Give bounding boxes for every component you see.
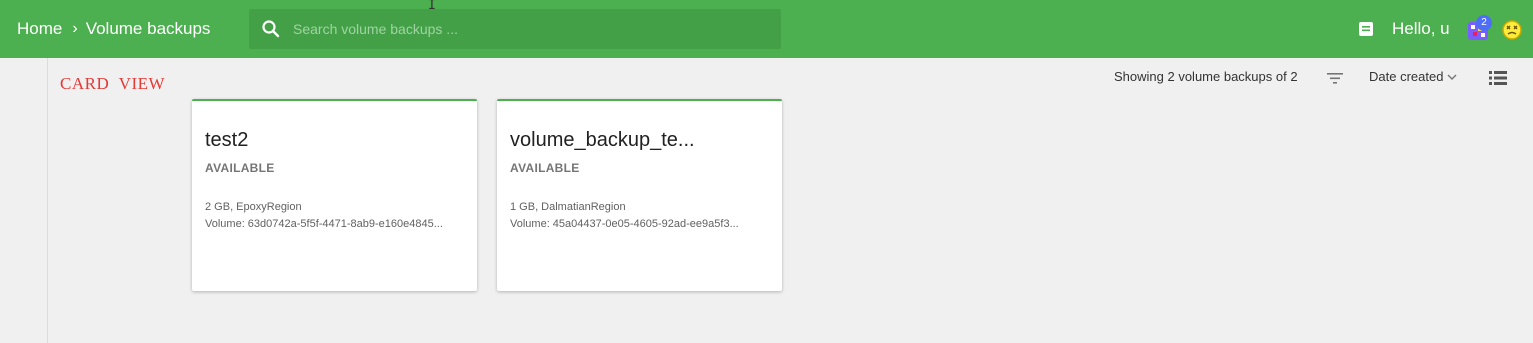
breadcrumb-current: Volume backups [85,19,211,38]
volume-id: Volume: 63d0742a-5f5f-4471-8ab9-e160e484… [205,218,443,230]
face-icon[interactable] [1500,18,1524,42]
results-count: Showing 2 volume backups of 2 [1114,69,1298,84]
search-bar [249,9,781,49]
list-view-icon[interactable] [1489,70,1507,86]
chevron-down-icon [1447,74,1457,80]
card-details: 2 GB, EpoxyRegion Volume: 63d0742a-5f5f-… [205,199,470,233]
status-badge: AVAILABLE [205,161,275,175]
card-view-annotation: CARD VIEW [60,74,166,93]
backup-card[interactable]: test2 AVAILABLE 2 GB, EpoxyRegion Volume… [192,99,477,291]
notes-icon[interactable] [1358,21,1374,37]
top-bar: Home › Volume backups I Hello, u 2 [0,0,1533,58]
user-greeting[interactable]: Hello, u [1392,19,1450,39]
backup-card[interactable]: volume_backup_te... AVAILABLE 1 GB, Dalm… [497,99,782,291]
text-cursor-icon: I [428,0,436,13]
notification-badge: 2 [1476,15,1492,31]
card-title[interactable]: test2 [205,129,465,152]
size-region: 2 GB, EpoxyRegion [205,201,302,213]
breadcrumb: Home › Volume backups [17,0,210,58]
card-title[interactable]: volume_backup_te... [510,129,770,152]
card-details: 1 GB, DalmatianRegion Volume: 45a04437-0… [510,199,775,233]
size-region: 1 GB, DalmatianRegion [510,201,626,213]
side-rail-divider [47,58,48,343]
sort-label: Date created [1369,69,1444,84]
status-badge: AVAILABLE [510,161,580,175]
breadcrumb-separator: › [72,20,78,37]
breadcrumb-home-link[interactable]: Home [17,19,62,39]
filter-icon[interactable] [1326,70,1344,86]
volume-id: Volume: 45a04437-0e05-4605-92ad-ee9a5f3.… [510,218,739,230]
sort-dropdown[interactable]: Date created [1369,69,1457,84]
search-icon[interactable] [261,19,281,39]
search-input[interactable] [293,9,763,49]
